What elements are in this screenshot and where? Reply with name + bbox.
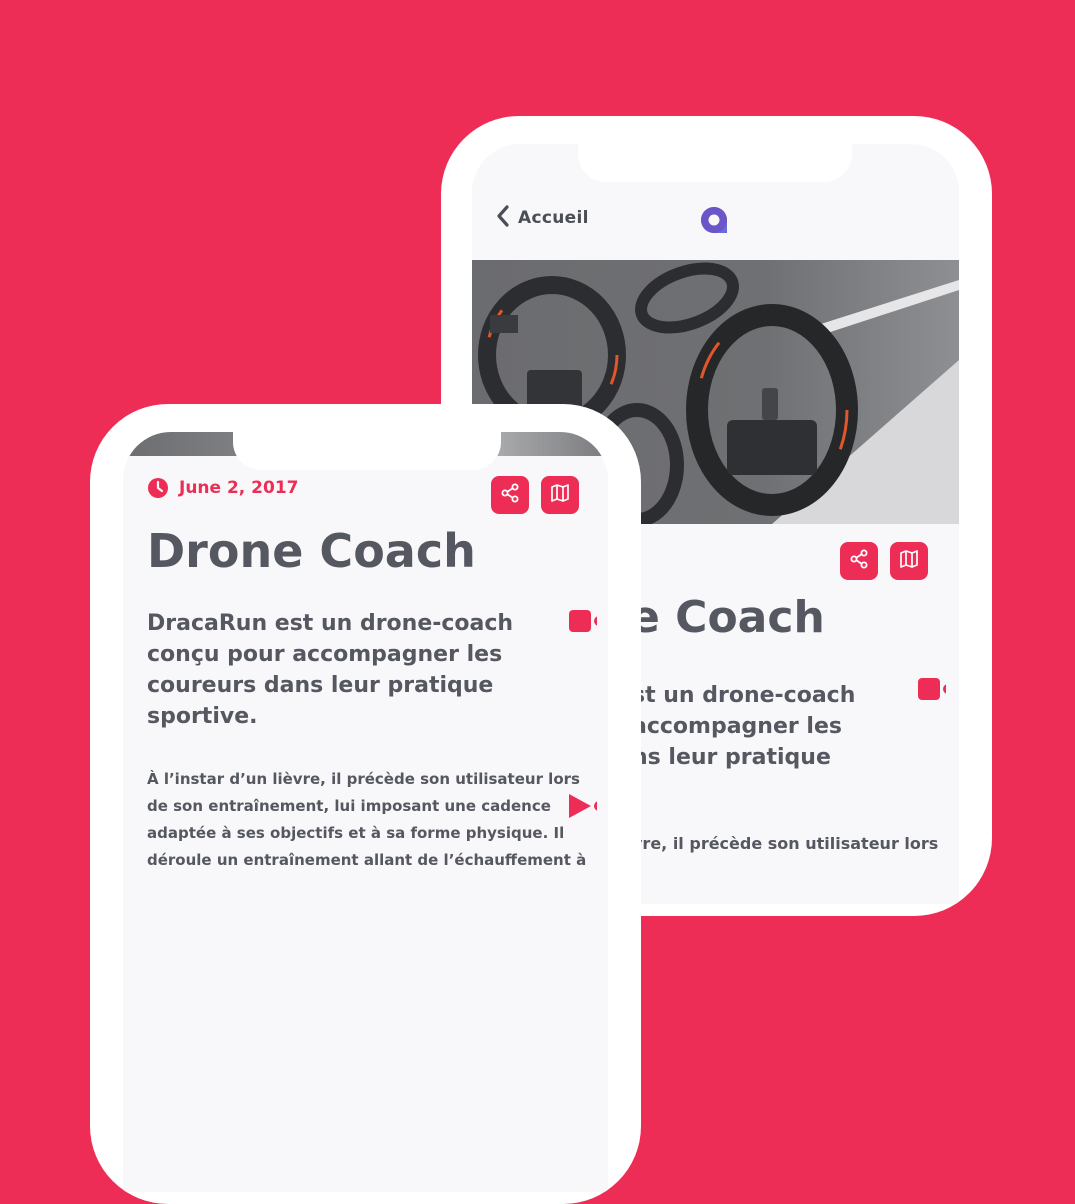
phone-screen-front: June 2, 2017 Drone Coach DracaRun est un… [123, 432, 608, 1192]
lead-line: accompagner les [632, 714, 842, 739]
article-title-partial: e Coach [630, 592, 825, 643]
share-icon [849, 549, 869, 573]
body-line: adaptée à ses objectifs et à sa forme ph… [147, 824, 565, 842]
map-icon [550, 483, 570, 507]
annotation-marker [918, 678, 953, 700]
map-icon [899, 549, 919, 573]
phone-notch [233, 432, 501, 470]
lead-line: DracaRun est un drone-coach [147, 611, 514, 636]
action-buttons [840, 542, 928, 580]
lead-line: sportive. [147, 704, 258, 729]
play-marker [569, 794, 604, 818]
article-body-partial: vre, il précède son utilisateur lors [632, 834, 939, 853]
body-line: de son entraînement, lui imposant une ca… [147, 797, 551, 815]
article-lead-partial: st un drone-coach accompagner les ns leu… [632, 680, 855, 773]
chevron-left-icon [496, 204, 510, 232]
body-line: déroule un entraînement allant de l’écha… [147, 851, 587, 869]
date-text: June 2, 2017 [179, 478, 299, 498]
share-button[interactable] [840, 542, 878, 580]
map-button[interactable] [890, 542, 928, 580]
lead-line: st un drone-coach [632, 683, 856, 708]
top-nav-bar: Accueil [472, 204, 959, 256]
phone-notch [578, 144, 852, 182]
article-lead: DracaRun est un drone-coach conçu pour a… [147, 608, 513, 732]
lead-line: conçu pour accompagner les [147, 642, 503, 667]
article-title: Drone Coach [147, 524, 476, 578]
app-logo[interactable] [698, 202, 734, 242]
phone-mockup-front: June 2, 2017 Drone Coach DracaRun est un… [90, 404, 641, 1204]
lead-line: coureurs dans leur pratique [147, 673, 494, 698]
back-button-label: Accueil [518, 208, 589, 228]
article-date: June 2, 2017 [147, 477, 299, 499]
annotation-marker [569, 610, 604, 632]
map-button[interactable] [541, 476, 579, 514]
action-buttons [491, 476, 579, 514]
article-body: À l’instar d’un lièvre, il précède son u… [147, 766, 586, 874]
body-line: À l’instar d’un lièvre, il précède son u… [147, 770, 580, 788]
clock-icon [147, 477, 169, 499]
share-button[interactable] [491, 476, 529, 514]
back-button[interactable]: Accueil [496, 204, 589, 232]
lead-line: ns leur pratique [632, 745, 831, 770]
share-icon [500, 483, 520, 507]
